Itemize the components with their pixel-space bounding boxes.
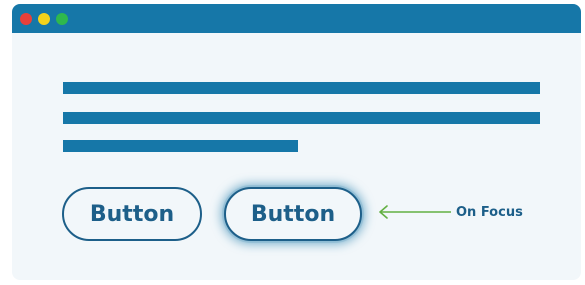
default-button[interactable]: Button [62, 187, 202, 241]
window-titlebar [12, 4, 581, 33]
arrow-left-icon [379, 205, 451, 219]
text-placeholder-line [63, 112, 540, 124]
focused-button[interactable]: Button [224, 187, 362, 241]
minimize-window-icon[interactable] [38, 13, 50, 25]
text-placeholder-line [63, 82, 540, 94]
maximize-window-icon[interactable] [56, 13, 68, 25]
close-window-icon[interactable] [20, 13, 32, 25]
browser-window: Button Button On Focus [12, 4, 581, 280]
on-focus-label: On Focus [456, 205, 523, 220]
text-placeholder-line [63, 140, 298, 152]
